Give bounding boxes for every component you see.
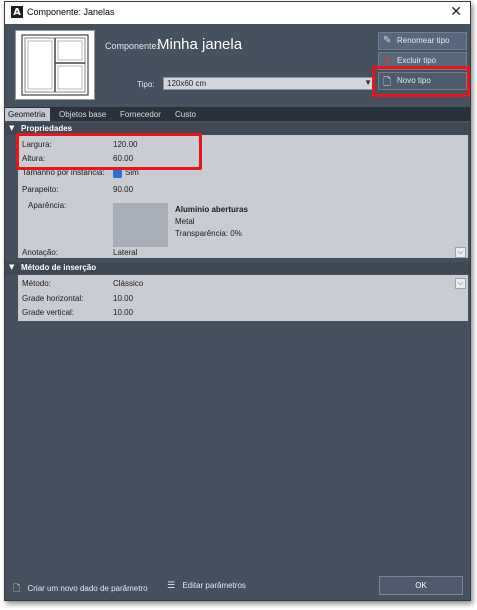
- grade-horizontal-value[interactable]: 10.00: [113, 294, 133, 303]
- chevron-down-icon[interactable]: ⌵: [455, 278, 466, 289]
- component-header: Componente: Minha janela Tipo: 120x60 cm…: [5, 24, 470, 106]
- tab-geometria[interactable]: Geometria: [5, 108, 50, 121]
- type-select[interactable]: 120x60 cm ▼: [163, 77, 375, 90]
- component-label: Componente:: [105, 41, 160, 51]
- chevron-down-icon[interactable]: ⌵: [455, 247, 466, 258]
- grade-vertical-value[interactable]: 10.00: [113, 308, 133, 317]
- grade-vertical-row: Grade vertical: 10.00: [18, 306, 468, 321]
- metodo-label: Método:: [22, 279, 51, 288]
- highlight-box-new-type: [372, 66, 470, 97]
- window-title: Componente: Janelas: [27, 7, 115, 17]
- section-insertion-header[interactable]: ▼ Método de inserção: [5, 262, 470, 274]
- window-preview-image: [15, 30, 95, 100]
- chevron-down-icon: ▼: [364, 78, 372, 87]
- anotacao-value: Lateral: [113, 248, 138, 257]
- app-logo-icon: A: [11, 6, 23, 18]
- type-label: Tipo:: [137, 80, 155, 89]
- rename-pen-icon: ✎: [383, 35, 392, 46]
- close-icon[interactable]: ✕: [450, 4, 462, 20]
- component-dialog: A Componente: Janelas ✕ Componente: Minh…: [4, 1, 471, 601]
- parapeito-row: Parapeito: 90.00: [18, 183, 468, 198]
- component-name[interactable]: Minha janela: [157, 36, 242, 53]
- material-type: Metal: [175, 217, 195, 226]
- title-bar: A Componente: Janelas ✕: [5, 2, 470, 24]
- anotacao-row[interactable]: Anotação: Lateral ⌵: [18, 246, 468, 261]
- create-parameter-link[interactable]: 🗋 Criar um novo dado de parâmetro: [13, 581, 148, 597]
- collapse-triangle-icon: ▼: [9, 124, 15, 132]
- tamanho-checkbox[interactable]: [113, 169, 122, 178]
- edit-parameters-label: Editar parâmetros: [182, 581, 246, 590]
- parapeito-label: Parapeito:: [22, 185, 59, 194]
- ok-button[interactable]: OK: [379, 576, 463, 595]
- collapse-triangle-icon: ▼: [9, 263, 15, 271]
- section-insertion-title: Método de inserção: [21, 263, 97, 272]
- delete-x-icon: ✕: [383, 55, 392, 66]
- material-transparency: Transparência: 0%: [175, 229, 242, 238]
- delete-type-label: Excluir tipo: [397, 56, 437, 65]
- create-parameter-label: Criar um novo dado de parâmetro: [27, 584, 148, 593]
- tab-objetos-base[interactable]: Objetos base: [56, 108, 109, 121]
- parapeito-value[interactable]: 90.00: [113, 185, 133, 194]
- tab-custo[interactable]: Custo: [172, 108, 199, 121]
- rename-type-label: Renomear tipo: [397, 36, 450, 45]
- aparencia-label: Aparência:: [28, 201, 67, 210]
- grade-horizontal-row: Grade horizontal: 10.00: [18, 292, 468, 307]
- type-select-value: 120x60 cm: [167, 79, 207, 88]
- tab-fornecedor[interactable]: Fornecedor: [117, 108, 164, 121]
- new-document-icon: 🗋: [13, 584, 21, 594]
- grade-vertical-label: Grade vertical:: [22, 308, 75, 317]
- highlight-box-dimensions: [16, 133, 202, 170]
- edit-parameters-icon: ☰: [167, 581, 176, 591]
- material-swatch[interactable]: [113, 203, 168, 247]
- tab-bar: Geometria Objetos base Fornecedor Custo: [5, 107, 470, 121]
- material-name: Alumínio aberturas: [175, 205, 248, 214]
- rename-type-button[interactable]: ✎ Renomear tipo: [378, 32, 467, 50]
- aparencia-row: Aparência: Alumínio aberturas Metal Tran…: [18, 199, 468, 249]
- metodo-value: Clássico: [113, 279, 144, 288]
- metodo-row[interactable]: Método: Clássico ⌵: [18, 277, 468, 292]
- edit-parameters-link[interactable]: ☰ Editar parâmetros: [167, 581, 246, 591]
- insertion-panel: Método: Clássico ⌵ Grade horizontal: 10.…: [18, 275, 468, 321]
- anotacao-label: Anotação:: [22, 248, 59, 257]
- section-properties-title: Propriedades: [21, 124, 73, 133]
- grade-horizontal-label: Grade horizontal:: [22, 294, 84, 303]
